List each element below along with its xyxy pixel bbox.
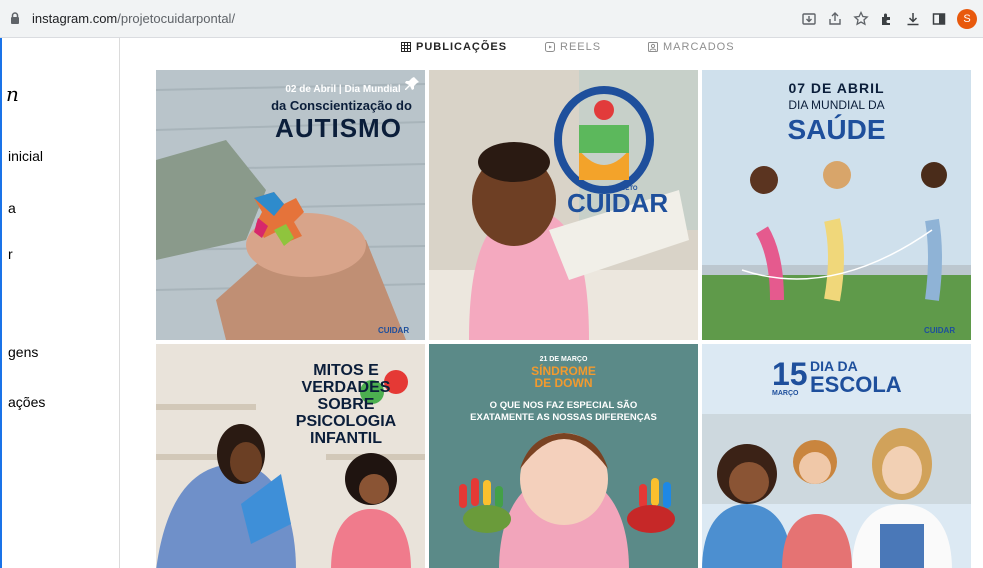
sidebar-item-notifications[interactable]: ações <box>8 394 45 410</box>
tab-reels-label: REELS <box>560 41 602 53</box>
post-projeto-cuidar[interactable]: PROJETO CUIDAR <box>429 70 698 340</box>
sidebar-item-messages[interactable]: gens <box>8 344 38 360</box>
post-escola-line2: ESCOLA <box>810 372 902 397</box>
instagram-logo[interactable]: n <box>6 82 19 106</box>
post-mitos-title: MITOS E VERDADES SOBRE PSICOLOGIA INFANT… <box>276 362 416 447</box>
post-mitos-line3: SOBRE <box>317 396 375 413</box>
post-autism-brand: CUIDAR <box>378 326 410 335</box>
sidebar-item-explore[interactable]: r <box>8 246 13 262</box>
instagram-sidebar: n inicial a r gens ações <box>2 38 120 568</box>
url-path: /projetocuidarpontal/ <box>117 11 236 26</box>
post-saude-brand: CUIDAR <box>924 326 956 335</box>
pin-icon <box>405 77 419 90</box>
post-escola-month: MARÇO <box>772 390 799 397</box>
tagged-icon <box>648 42 658 52</box>
url-text[interactable]: instagram.com/projetocuidarpontal/ <box>32 11 235 26</box>
post-down-line5: EXATAMENTE AS NOSSAS DIFERENÇAS <box>470 412 657 423</box>
profile-tabs: PUBLICAÇÕES REELS MARCADOS <box>120 38 983 58</box>
post-autism[interactable]: 02 de Abril | Dia Mundial da Conscientiz… <box>156 70 425 340</box>
post-down-line4: O QUE NOS FAZ ESPECIAL SÃO <box>489 400 638 411</box>
post-sindrome-down[interactable]: 21 DE MARÇO SÍNDROME DE DOWN O QUE NOS F… <box>429 344 698 568</box>
tab-posts-label: PUBLICAÇÕES <box>416 41 508 53</box>
reels-icon <box>545 42 555 52</box>
post-mitos-line5: INFANTIL <box>310 430 382 447</box>
download-icon[interactable] <box>901 8 925 30</box>
grid-icon <box>401 42 411 52</box>
post-down-date: 21 DE MARÇO <box>539 356 588 363</box>
tab-tagged[interactable]: MARCADOS <box>648 41 735 53</box>
post-escola-day: 15 <box>772 356 808 392</box>
install-app-icon[interactable] <box>797 8 821 30</box>
post-mitos-line4: PSICOLOGIA <box>295 413 397 430</box>
post-mitos-line1: MITOS E <box>313 362 379 379</box>
post-cuidar-brand: CUIDAR <box>567 188 669 218</box>
url-host: instagram.com <box>32 11 118 26</box>
bookmark-star-icon[interactable] <box>849 8 873 30</box>
tab-reels[interactable]: REELS <box>545 41 601 53</box>
post-autism-title: AUTISMO <box>275 113 402 143</box>
post-autism-date: 02 de Abril | Dia Mundial <box>285 84 401 95</box>
profile-avatar[interactable]: S <box>957 9 977 29</box>
lock-icon[interactable] <box>10 10 24 28</box>
post-saude-title: SAÚDE <box>787 114 886 145</box>
post-saude-subtitle: DIA MUNDIAL DA <box>788 98 885 112</box>
post-mitos-verdades[interactable]: MITOS E VERDADES SOBRE PSICOLOGIA INFANT… <box>156 344 425 568</box>
sidebar-item-search[interactable]: a <box>8 200 16 216</box>
share-icon[interactable] <box>823 8 847 30</box>
post-saude[interactable]: 07 DE ABRIL DIA MUNDIAL DA SAÚDE CUIDAR <box>702 70 971 340</box>
post-down-line3: DE DOWN <box>534 376 593 390</box>
post-mitos-line2: VERDADES <box>301 379 391 396</box>
post-saude-date: 07 DE ABRIL <box>788 80 885 96</box>
browser-toolbar: S <box>797 8 977 30</box>
post-down-tagline: O QUE NOS FAZ ESPECIAL SÃO EXATAMENTE AS… <box>429 400 698 424</box>
post-autism-subtitle: da Conscientização do <box>271 98 412 113</box>
post-dia-escola[interactable]: 15 MARÇO DIA DA ESCOLA <box>702 344 971 568</box>
tab-posts[interactable]: PUBLICAÇÕES <box>401 41 507 53</box>
tab-tagged-label: MARCADOS <box>663 41 735 53</box>
address-bar[interactable]: instagram.com/projetocuidarpontal/ S <box>0 0 983 38</box>
sidebar-item-home[interactable]: inicial <box>8 148 43 164</box>
extensions-icon[interactable] <box>875 8 899 30</box>
post-down-title: SÍNDROME DE DOWN <box>429 365 698 389</box>
side-panel-icon[interactable] <box>927 8 951 30</box>
